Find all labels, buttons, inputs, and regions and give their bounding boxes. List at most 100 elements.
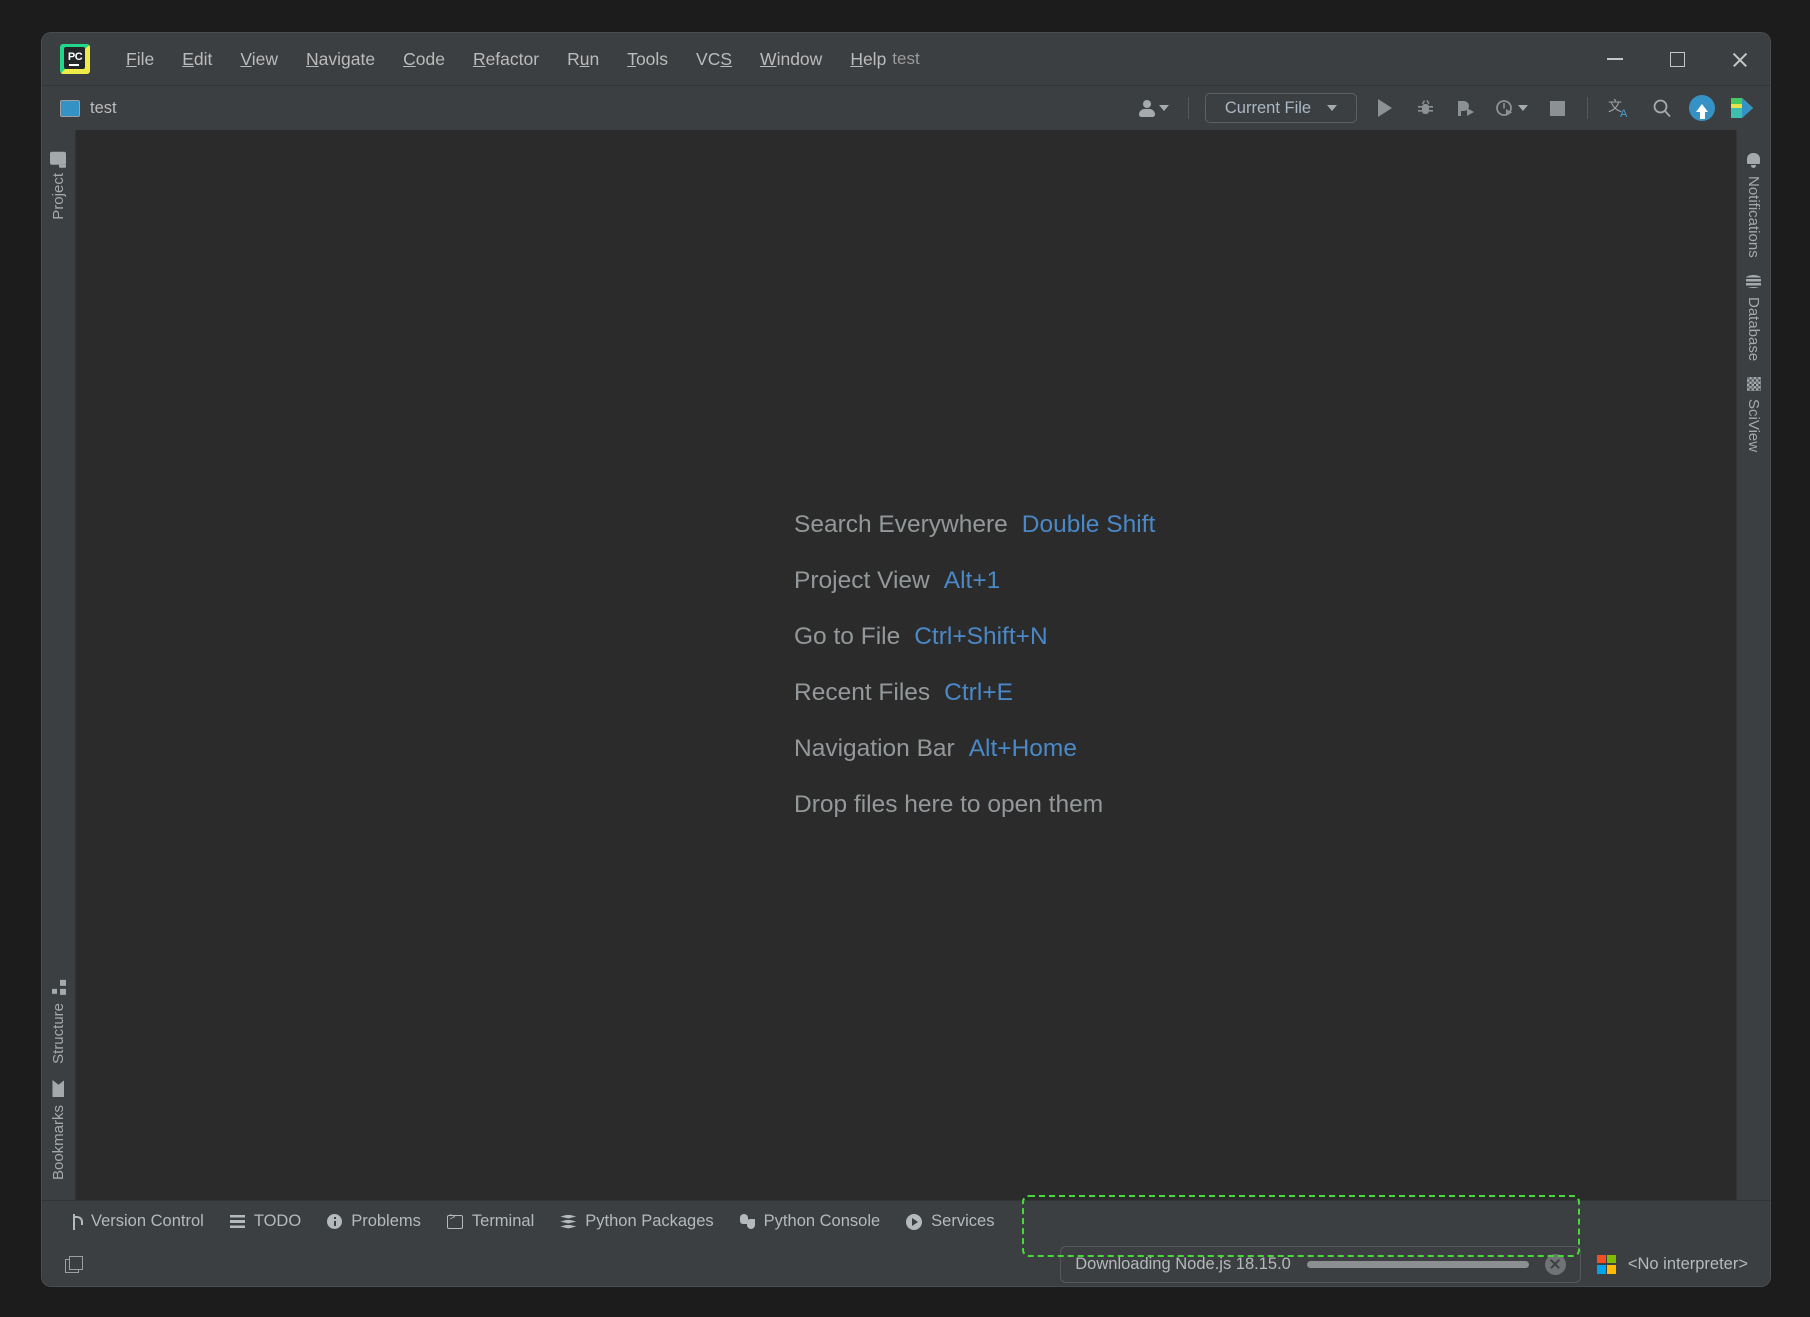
branch-icon (68, 1213, 83, 1230)
list-icon (229, 1215, 245, 1228)
close-button[interactable] (1708, 33, 1770, 85)
logo-text: PC (67, 50, 83, 63)
menu-item-run[interactable]: Run (553, 45, 613, 74)
datalore-icon[interactable] (1724, 92, 1760, 124)
tool-tab-problems[interactable]: Problems (315, 1206, 433, 1237)
run-icon[interactable] (1367, 92, 1403, 124)
sidebar-item-structure[interactable]: Structure (47, 972, 70, 1072)
terminal-icon (446, 1213, 463, 1229)
person-icon[interactable] (1130, 92, 1176, 124)
sidebar-item-sciview[interactable]: SciView (1742, 369, 1765, 460)
tool-tab-label: Version Control (91, 1212, 204, 1230)
interpreter-widget[interactable]: <No interpreter> (1587, 1249, 1762, 1280)
menu-item-file[interactable]: File (112, 45, 168, 74)
profile-icon[interactable] (1487, 92, 1535, 124)
menu-item-view[interactable]: View (226, 45, 292, 74)
status-bar: Downloading Node.js 18.15.0 <No interpre… (42, 1242, 1770, 1286)
menu-item-navigate[interactable]: Navigate (292, 45, 389, 74)
svg-text:A: A (1620, 108, 1628, 119)
run-coverage-icon[interactable] (1447, 92, 1483, 124)
coverage-glyph (1458, 100, 1474, 116)
python-icon (739, 1214, 755, 1229)
sidebar-item-label: Structure (50, 1003, 67, 1064)
menu-item-tools[interactable]: Tools (613, 45, 682, 74)
stop-icon[interactable] (1539, 92, 1575, 124)
pycharm-logo-icon: PC (60, 44, 90, 74)
project-icon (60, 99, 80, 117)
menu-item-edit[interactable]: Edit (168, 45, 226, 74)
run-configuration-label: Current File (1224, 98, 1312, 117)
hint-shortcut: Alt+1 (943, 567, 1001, 594)
project-widget[interactable]: test (60, 99, 117, 118)
layers-icon (560, 1214, 577, 1229)
sidebar-item-project[interactable]: Project (47, 144, 70, 228)
sidebar-item-bookmarks[interactable]: Bookmarks (47, 1072, 70, 1188)
folder-icon (50, 152, 67, 165)
toolbar-divider-2 (1587, 97, 1588, 119)
profiler-glyph (1495, 99, 1512, 116)
hint-shortcut: Ctrl+Shift+N (914, 623, 1048, 650)
database-icon (1746, 273, 1761, 289)
sidebar-item-label: Notifications (1745, 176, 1762, 258)
tool-tab-todo[interactable]: TODO (218, 1206, 313, 1237)
tool-tab-python-packages[interactable]: Python Packages (548, 1206, 725, 1237)
hint-drop-files: Drop files here to open them (76, 791, 1736, 819)
menu-item-code[interactable]: Code (389, 45, 459, 74)
grid-icon (1746, 376, 1761, 391)
update-project-icon[interactable] (1684, 92, 1720, 124)
info-icon (327, 1214, 343, 1229)
progress-bar (1306, 1260, 1529, 1268)
windows-layout-icon[interactable] (56, 1249, 90, 1279)
tool-tab-label: TODO (253, 1212, 302, 1230)
main-toolbar: test Current File 文 A (42, 85, 1770, 130)
tool-tab-python-console[interactable]: Python Console (728, 1206, 893, 1237)
debug-icon[interactable] (1407, 92, 1443, 124)
hint-label: Go to File (794, 623, 901, 650)
hint-label: Recent Files (794, 679, 931, 706)
hint-search-everywhere: Search Everywhere Double Shift (76, 511, 1736, 539)
tool-tab-label: Problems (351, 1212, 421, 1230)
bell-icon (1746, 152, 1761, 168)
sidebar-item-database[interactable]: Database (1742, 266, 1765, 369)
menu-item-refactor[interactable]: Refactor (459, 45, 553, 74)
menu-item-help[interactable]: Help (836, 45, 900, 74)
toolbar-actions: Current File 文 A (1130, 92, 1760, 124)
tool-tab-services[interactable]: Services (894, 1206, 1006, 1237)
menu-item-vcs[interactable]: VCS (682, 45, 746, 74)
menu-item-window[interactable]: Window (746, 45, 836, 74)
hint-label: Drop files here to open them (794, 791, 1104, 818)
tool-tab-terminal[interactable]: Terminal (435, 1206, 546, 1237)
hint-label: Navigation Bar (794, 735, 955, 762)
run-configuration-selector[interactable]: Current File (1205, 93, 1357, 123)
tool-tab-label: Terminal (471, 1212, 535, 1230)
sidebar-item-label: Project (50, 173, 67, 220)
hint-shortcut: Alt+Home (968, 735, 1077, 762)
tool-tab-label: Python Console (763, 1212, 881, 1230)
minimize-button[interactable] (1584, 33, 1646, 85)
cancel-icon[interactable] (1544, 1253, 1566, 1275)
chevron-down-icon (1327, 105, 1338, 111)
sidebar-item-notifications[interactable]: Notifications (1742, 144, 1765, 266)
hint-label: Project View (794, 567, 930, 594)
hint-go-to-file: Go to File Ctrl+Shift+N (76, 623, 1736, 651)
download-progress-widget[interactable]: Downloading Node.js 18.15.0 (1060, 1245, 1581, 1283)
pycharm-window: PC File Edit View Navigate Code Refactor… (42, 33, 1770, 1286)
toolbar-divider (1188, 97, 1189, 119)
tool-tab-version-control[interactable]: Version Control (56, 1206, 216, 1237)
translate-icon[interactable]: 文 A (1600, 92, 1640, 124)
tool-window-tabs: Version Control TODO Problems Terminal P… (42, 1200, 1770, 1242)
hint-navigation-bar: Navigation Bar Alt+Home (76, 735, 1736, 763)
bug-glyph (1417, 99, 1433, 114)
progress-label: Downloading Node.js 18.15.0 (1075, 1254, 1291, 1273)
project-name-label: test (90, 98, 117, 117)
right-tool-strip: Notifications Database SciView (1736, 130, 1770, 1200)
hint-shortcut: Ctrl+E (944, 679, 1013, 706)
empty-editor-hints: Search Everywhere Double Shift Project V… (76, 511, 1736, 819)
left-tool-strip: Project Structure Bookmarks (42, 130, 76, 1200)
magnifier-glyph (1653, 99, 1671, 118)
maximize-button[interactable] (1646, 33, 1708, 85)
sidebar-item-label: SciView (1745, 398, 1762, 453)
hint-recent-files: Recent Files Ctrl+E (76, 679, 1736, 707)
search-icon[interactable] (1644, 92, 1680, 124)
menu-bar: File Edit View Navigate Code Refactor Ru… (112, 45, 900, 74)
